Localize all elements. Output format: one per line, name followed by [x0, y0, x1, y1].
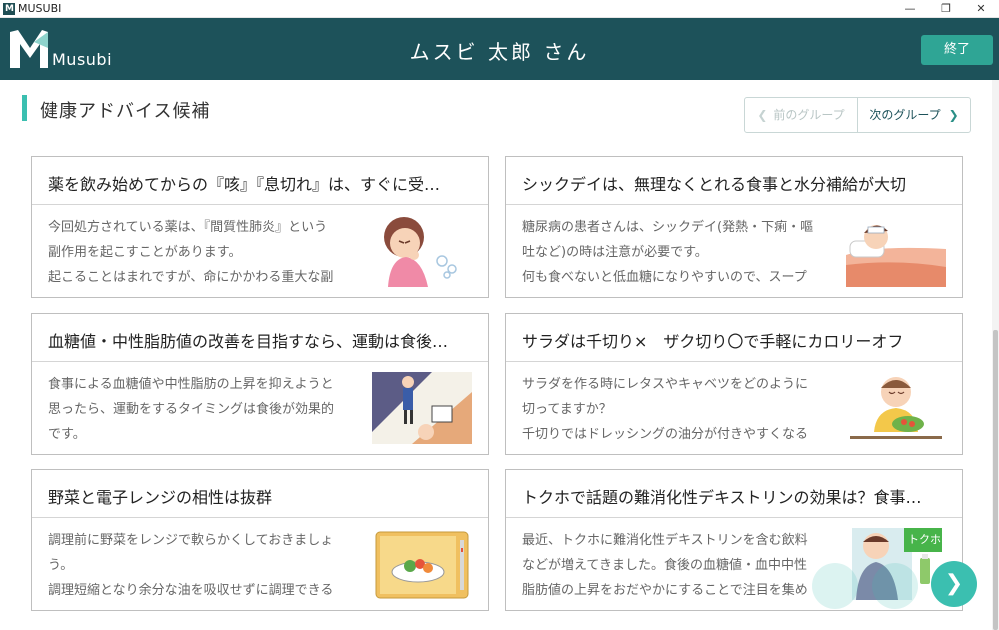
card-divider — [32, 361, 488, 362]
vertical-scrollbar[interactable] — [992, 80, 999, 630]
chevron-right-icon: ❯ — [944, 571, 964, 596]
app-header: Musubi ムスビ 太郎 さん 終了 — [0, 18, 999, 80]
card-summary: 今回処方されている薬は、『間質性肺炎』という 副作用を起こすことがあります。 起… — [48, 215, 358, 293]
card-summary-line: 今回処方されている薬は、『間質性肺炎』という — [48, 220, 328, 235]
window-title: MUSUBI — [18, 2, 62, 15]
scrollbar-thumb[interactable] — [993, 330, 998, 630]
advice-card[interactable]: サラダは千切り× ザク切り〇で手軽にカロリーオフ サラダを作る時にレタスやキャベ… — [505, 313, 963, 455]
next-group-label: 次のグループ — [869, 108, 941, 122]
close-button[interactable]: ✕ — [963, 0, 999, 18]
window-titlebar: M MUSUBI — ❐ ✕ — [0, 0, 999, 18]
card-summary-line: 食事による血糖値や中性脂肪の上昇を抑えようと — [48, 377, 334, 392]
section-accent-bar — [22, 95, 27, 121]
card-summary-line: 切ってますか？ — [522, 402, 612, 417]
section-title: 健康アドバイス候補 — [40, 101, 211, 122]
card-summary-line: 千切りではドレッシングの油分が付きやすくなる — [522, 427, 809, 442]
card-title: 血糖値・中性脂肪値の改善を目指すなら、運動は食後… — [48, 332, 449, 351]
card-summary-line: などが増えてきました。食後の血糖値・血中中性 — [522, 558, 807, 573]
advice-card[interactable]: 薬を飲み始めてからの『咳』『息切れ』は、すぐに受… 今回処方されている薬は、『間… — [31, 156, 489, 298]
card-summary-line: 糖尿病の患者さんは、シックデイ(発熱・下痢・嘔 — [522, 220, 814, 235]
advice-card[interactable]: シックデイは、無理なくとれる食事と水分補給が大切 糖尿病の患者さんは、シックデイ… — [505, 156, 963, 298]
floating-control[interactable] — [812, 563, 858, 609]
minimize-button[interactable]: — — [892, 0, 928, 18]
card-summary-line: 思ったら、運動をするタイミングは食後が効果的 — [48, 402, 335, 417]
card-divider — [506, 517, 962, 518]
next-group-button[interactable]: 次のグループ ❯ — [858, 98, 970, 132]
card-divider — [32, 517, 488, 518]
card-summary: サラダを作る時にレタスやキャベツをどのように 切ってますか？ 千切りではドレッシ… — [522, 372, 832, 450]
card-title: 野菜と電子レンジの相性は抜群 — [48, 488, 273, 507]
card-summary-line: 起こることはまれですが、命にかかわる重大な副 — [48, 270, 334, 285]
group-navigation: ❮ 前のグループ 次のグループ ❯ — [744, 97, 971, 133]
next-page-button[interactable]: ❯ — [931, 561, 977, 607]
exercise-after-meal-illustration — [372, 372, 472, 444]
card-summary-line: です。 — [48, 427, 86, 442]
card-summary-line: サラダを作る時にレタスやキャベツをどのように — [522, 377, 809, 392]
card-title: トクホで話題の難消化性デキストリンの効果は？食事… — [522, 488, 922, 507]
card-summary: 最近、トクホに難消化性デキストリンを含む飲料 などが増えてきました。食後の血糖値… — [522, 528, 832, 606]
sick-in-bed-illustration — [846, 215, 946, 287]
chevron-left-icon: ❮ — [757, 108, 768, 122]
card-summary-line: 最近、トクホに難消化性デキストリンを含む飲料 — [522, 533, 808, 548]
card-summary-line: う。 — [48, 558, 74, 573]
advice-card[interactable]: 野菜と電子レンジの相性は抜群 調理前に野菜をレンジで軟らかくしておきましょ う。… — [31, 469, 489, 611]
maximize-button[interactable]: ❐ — [928, 0, 964, 18]
card-summary-line: 調理前に野菜をレンジで軟らかくしておきましょ — [48, 533, 334, 548]
card-summary-line: 副作用を起こすことがあります。 — [48, 245, 242, 260]
card-summary-line: 脂肪値の上昇をおだやかにすることで注目を集め — [522, 583, 808, 598]
prev-group-button[interactable]: ❮ 前のグループ — [745, 98, 858, 132]
card-summary-line: 何も食べないと低血糖になりやすいので、スープ — [522, 270, 807, 285]
card-title: シックデイは、無理なくとれる食事と水分補給が大切 — [522, 175, 907, 194]
card-divider — [506, 361, 962, 362]
chevron-right-icon: ❯ — [948, 108, 959, 122]
card-divider — [506, 204, 962, 205]
microwave-vegetables-illustration — [372, 528, 472, 600]
card-title: 薬を飲み始めてからの『咳』『息切れ』は、すぐに受… — [48, 175, 441, 194]
prev-group-label: 前のグループ — [773, 108, 845, 122]
card-summary: 糖尿病の患者さんは、シックデイ(発熱・下痢・嘔 吐など)の時は注意が必要です。 … — [522, 215, 832, 293]
card-summary-line: 調理短縮となり余分な油を吸収せずに調理できる — [48, 583, 334, 598]
card-title: サラダは千切り× ザク切り〇で手軽にカロリーオフ — [522, 332, 904, 351]
card-summary: 食事による血糖値や中性脂肪の上昇を抑えようと 思ったら、運動をするタイミングは食… — [48, 372, 358, 450]
coughing-woman-illustration — [372, 215, 472, 287]
exit-button[interactable]: 終了 — [921, 35, 993, 65]
floating-control[interactable] — [872, 563, 918, 609]
card-summary: 調理前に野菜をレンジで軟らかくしておきましょ う。 調理短縮となり余分な油を吸収… — [48, 528, 358, 606]
eating-salad-illustration — [846, 372, 946, 444]
advice-card[interactable]: 血糖値・中性脂肪値の改善を目指すなら、運動は食後… 食事による血糖値や中性脂肪の… — [31, 313, 489, 455]
user-name: ムスビ 太郎 さん — [409, 40, 590, 64]
tokuho-label: トクホ — [908, 533, 941, 546]
card-divider — [32, 204, 488, 205]
app-icon: M — [3, 3, 15, 15]
card-summary-line: 吐など)の時は注意が必要です。 — [522, 245, 708, 260]
